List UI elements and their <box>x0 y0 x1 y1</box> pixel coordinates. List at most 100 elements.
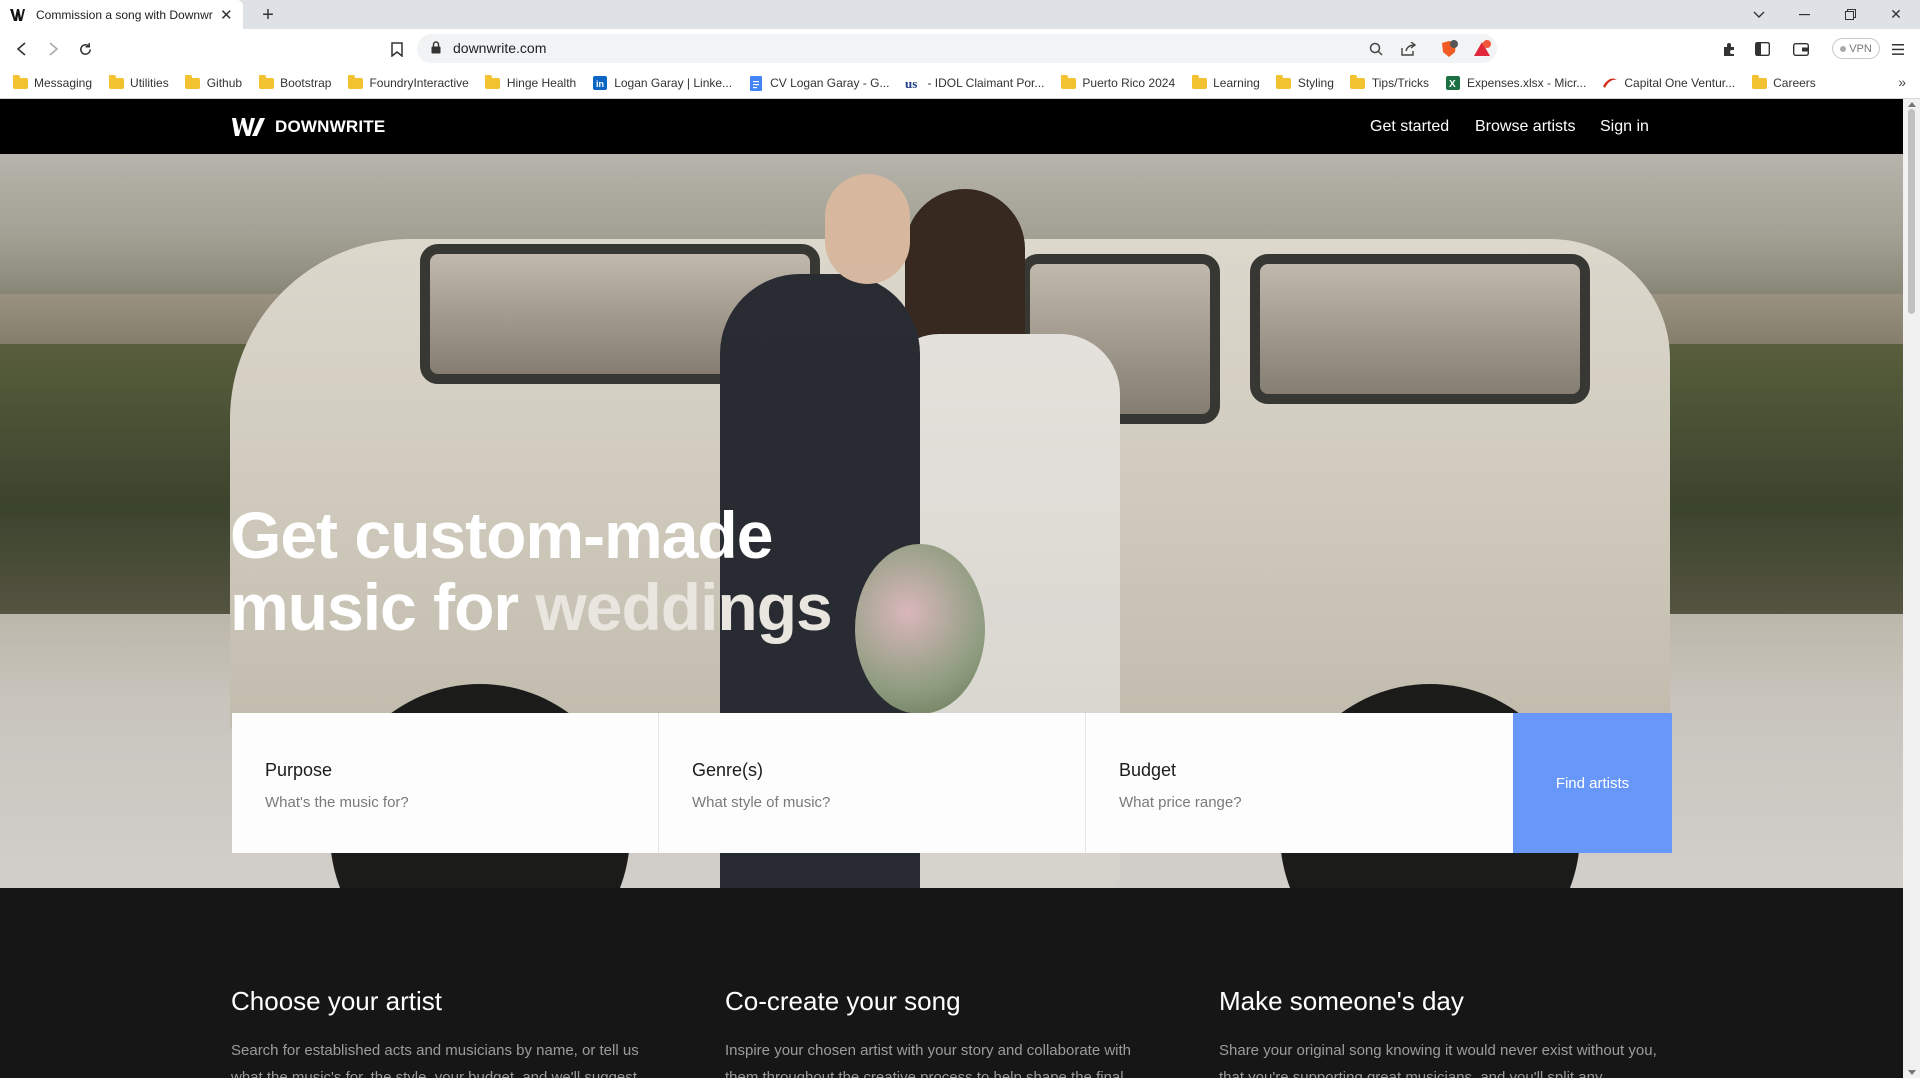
bookmarks-bar: Messaging Utilities Github Bootstrap Foundry… <box>0 68 1920 99</box>
back-arrow-icon[interactable] <box>10 37 34 61</box>
scroll-up-arrow-icon[interactable] <box>1908 102 1916 107</box>
restore-button[interactable] <box>1827 0 1873 29</box>
purpose-field[interactable]: Purpose What's the music for? <box>232 713 659 853</box>
folder-icon <box>108 74 124 90</box>
brave-shield-icon[interactable] <box>1440 40 1458 58</box>
bookmark-label: Messaging <box>34 76 93 90</box>
sidebar-icon[interactable] <box>1751 38 1773 60</box>
tab-close-icon[interactable]: ✕ <box>217 6 235 24</box>
vpn-label: VPN <box>1849 42 1872 55</box>
bookmark-item[interactable]: Puerto Rico 2024 <box>1060 74 1176 90</box>
new-tab-button[interactable]: + <box>256 3 280 27</box>
folder-icon <box>347 74 363 90</box>
tab-search-chevron-icon[interactable] <box>1736 0 1782 29</box>
menu-hamburger-icon[interactable] <box>1887 38 1909 60</box>
nav-browse-artists-link[interactable]: Browse artists <box>1475 118 1575 136</box>
genre-field[interactable]: Genre(s) What style of music? <box>659 713 1086 853</box>
bookmark-item[interactable]: Messaging <box>12 74 93 90</box>
svg-text:us: us <box>905 76 917 90</box>
bookmark-label: Github <box>206 76 243 90</box>
folder-icon <box>485 74 501 90</box>
vpn-status-dot <box>1840 45 1847 52</box>
downwrite-favicon-icon <box>10 8 28 22</box>
budget-field[interactable]: Budget What price range? <box>1086 713 1513 853</box>
reload-icon[interactable] <box>73 37 97 61</box>
feature-text: Search for established acts and musician… <box>231 1042 639 1078</box>
page-scrollbar[interactable] <box>1903 99 1920 1078</box>
bookmarks-overflow-icon[interactable]: » <box>1898 74 1906 90</box>
bookmark-item[interactable]: Styling <box>1276 74 1334 90</box>
feature-co-create: Co-create your song Inspire your chosen … <box>725 986 1165 1078</box>
bookmark-item[interactable]: X Expenses.xlsx - Micr... <box>1445 76 1586 90</box>
minimize-button[interactable] <box>1781 0 1827 29</box>
bookmark-item[interactable]: Utilities <box>108 74 169 90</box>
scrollbar-thumb[interactable] <box>1908 109 1915 314</box>
folder-icon <box>185 74 201 90</box>
scroll-down-arrow-icon[interactable] <box>1908 1070 1916 1075</box>
budget-placeholder: What price range? <box>1119 794 1242 811</box>
bookmark-label: Puerto Rico 2024 <box>1082 76 1176 90</box>
feature-title: Co-create your song <box>725 986 961 1016</box>
linkedin-icon: in <box>592 76 608 90</box>
bookmark-item[interactable]: Learning <box>1191 74 1260 90</box>
feature-choose-artist: Choose your artist Search for establishe… <box>231 986 671 1078</box>
bookmark-label: Careers <box>1773 76 1816 90</box>
browser-tabstrip: Commission a song with Downwrite ✕ + ✕ <box>0 0 1920 29</box>
bookmark-label: Tips/Tricks <box>1371 76 1429 90</box>
browser-tab-active[interactable]: Commission a song with Downwrite ✕ <box>0 0 243 29</box>
bookmark-item[interactable]: in Logan Garay | Linke... <box>592 76 732 90</box>
how-it-works-section: Choose your artist Search for establishe… <box>0 888 1903 1078</box>
folder-icon <box>1060 74 1076 90</box>
bookmark-label: Hinge Health <box>506 76 577 90</box>
extensions-puzzle-icon[interactable] <box>1718 38 1740 60</box>
nav-get-started-link[interactable]: Get started <box>1370 118 1449 136</box>
page-viewport: DOWNWRITE Get started Browse artists Sig… <box>0 99 1903 1078</box>
feature-title: Choose your artist <box>231 986 442 1016</box>
folder-icon <box>1350 74 1366 90</box>
feature-make-day: Make someone's day Share your original s… <box>1219 986 1659 1078</box>
genre-placeholder: What style of music? <box>692 794 831 811</box>
svg-text:X: X <box>1449 79 1456 90</box>
bookmark-item[interactable]: Careers <box>1751 74 1816 90</box>
browser-toolbar: downwrite.com VPN <box>0 29 1920 68</box>
address-bar[interactable]: downwrite.com <box>417 34 1497 63</box>
bookmark-item[interactable]: Bootstrap <box>258 74 331 90</box>
us-icon: us <box>905 76 921 90</box>
bookmark-item[interactable]: Github <box>185 74 243 90</box>
bookmark-label: FoundryInteractive <box>369 76 469 90</box>
downwrite-logo-icon <box>232 118 265 136</box>
hero-headline-accent: weddings <box>535 570 832 644</box>
hero-headline-line-2: music for <box>230 570 536 644</box>
bookmark-item[interactable]: Hinge Health <box>485 74 577 90</box>
forward-arrow-icon[interactable] <box>41 37 65 61</box>
folder-icon <box>1191 74 1207 90</box>
bookmark-label: Styling <box>1297 76 1334 90</box>
artist-search-form: Purpose What's the music for? Genre(s) W… <box>232 713 1672 853</box>
bookmark-page-icon[interactable] <box>385 37 409 61</box>
bookmark-item[interactable]: Tips/Tricks <box>1350 74 1429 90</box>
excel-icon: X <box>1445 76 1461 90</box>
bookmark-item[interactable]: CV Logan Garay - G... <box>748 75 889 91</box>
logo-text: DOWNWRITE <box>275 117 386 136</box>
capitalone-icon <box>1602 76 1618 90</box>
close-window-button[interactable]: ✕ <box>1873 0 1919 29</box>
downwrite-logo[interactable]: DOWNWRITE <box>232 117 385 137</box>
feature-text: Inspire your chosen artist with your sto… <box>725 1042 1132 1078</box>
find-artists-button[interactable]: Find artists <box>1513 713 1672 853</box>
nav-sign-in-link[interactable]: Sign in <box>1600 118 1649 136</box>
lock-icon <box>431 41 441 59</box>
vpn-toggle[interactable]: VPN <box>1832 38 1880 59</box>
hero-headline-line-1: Get custom-made <box>230 498 773 572</box>
docs-icon <box>748 75 764 91</box>
bookmark-item[interactable]: Capital One Ventur... <box>1602 76 1735 90</box>
bookmark-item[interactable]: us - IDOL Claimant Por... <box>905 76 1044 90</box>
search-icon[interactable] <box>1367 40 1385 58</box>
bookmark-label: Logan Garay | Linke... <box>614 76 733 90</box>
url-text: downwrite.com <box>453 40 547 56</box>
bookmark-item[interactable]: FoundryInteractive <box>347 74 469 90</box>
share-icon[interactable] <box>1399 40 1417 58</box>
wallet-icon[interactable] <box>1790 38 1812 60</box>
feature-text: Share your original song knowing it woul… <box>1219 1042 1657 1078</box>
folder-icon <box>1276 74 1292 90</box>
brave-rewards-icon[interactable] <box>1473 40 1491 58</box>
